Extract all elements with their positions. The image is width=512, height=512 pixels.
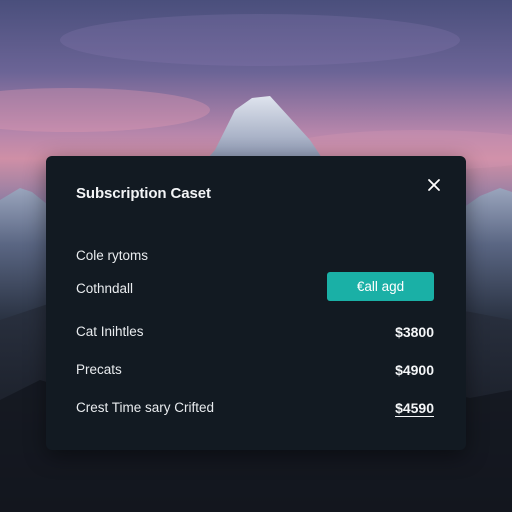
cost-row-value: $3800 xyxy=(395,324,434,340)
call-agent-button[interactable]: €all agd xyxy=(327,272,434,301)
cost-row-label: Precats xyxy=(76,362,122,377)
cost-row-label: Crest Time sary Crifted xyxy=(76,400,215,415)
plan-name: Cothndall xyxy=(76,281,134,296)
cost-total-link[interactable]: $4590 xyxy=(395,400,434,416)
cost-row: Crest Time sary Crifted $4590 xyxy=(76,400,434,420)
cost-row-value: $4900 xyxy=(395,362,434,378)
dialog-title: Subscription Caset xyxy=(76,185,211,202)
close-icon xyxy=(428,179,440,191)
plan-row: Cothndall €all agd xyxy=(76,272,434,302)
subscription-cost-dialog: Subscription Caset Cole rytoms Cothndall… xyxy=(46,156,466,450)
section-label: Cole rytoms xyxy=(76,248,149,263)
cost-row: Precats $4900 xyxy=(76,362,434,382)
cost-row-label: Cat Inihtles xyxy=(76,324,144,339)
close-button[interactable] xyxy=(424,175,444,195)
desktop-screen: Subscription Caset Cole rytoms Cothndall… xyxy=(0,0,512,512)
cost-row: Cat Inihtles $3800 xyxy=(76,324,434,344)
